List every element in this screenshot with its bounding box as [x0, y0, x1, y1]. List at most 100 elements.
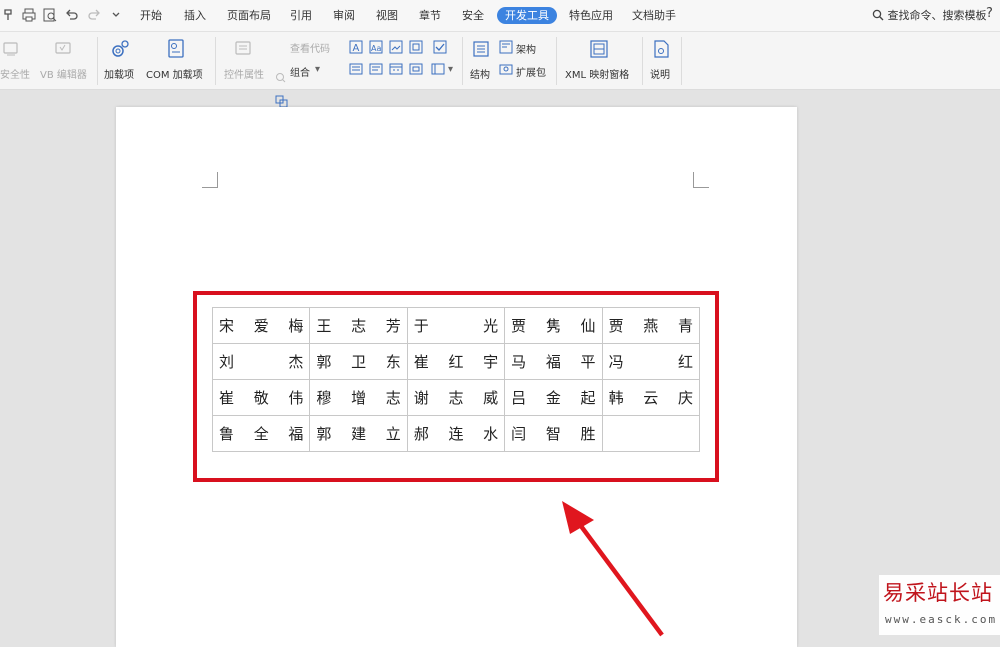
security-icon[interactable]: [2, 40, 20, 58]
table-cell[interactable]: 贾 燕青: [601, 307, 701, 344]
annotation-arrow: [562, 501, 664, 637]
name-character: 贾: [608, 317, 624, 335]
table-cell[interactable]: 穆 增志: [309, 379, 408, 416]
name-cell-content: 谢志威: [414, 387, 498, 408]
table-cell[interactable]: 韩 云庆: [601, 379, 701, 416]
control-properties-button[interactable]: 控件属性: [224, 66, 264, 81]
table-cell[interactable]: 吕金 起: [504, 379, 603, 416]
text-control-icon[interactable]: A: [349, 40, 363, 54]
table-cell[interactable]: 刘杰: [211, 343, 311, 380]
legacy-tools-dropdown-icon[interactable]: ▾: [448, 64, 453, 75]
schema-icon[interactable]: [499, 40, 513, 54]
table-cell[interactable]: 郭 卫东: [309, 343, 408, 380]
ribbon-toolbar: 安全性 VB 编辑器 加载项 COM 加载项 控件属性 查看代码 组合 ▾ A …: [0, 32, 1000, 108]
help-icon[interactable]: ?: [986, 6, 993, 21]
repeating-section-control-icon[interactable]: [409, 62, 423, 76]
tab-doc-assistant[interactable]: 文档助手: [632, 7, 676, 24]
table-cell[interactable]: 贾隽 仙: [504, 307, 603, 344]
name-character: 敬: [253, 389, 269, 407]
tab-home[interactable]: 开始: [140, 7, 162, 24]
table-cell[interactable]: 王 志芳: [309, 307, 408, 344]
expansion-pack-button[interactable]: 扩展包: [516, 64, 546, 79]
table-cell[interactable]: 于光: [406, 307, 506, 344]
name-cell-content: 崔敬 伟: [219, 387, 303, 408]
table-cell[interactable]: [601, 415, 701, 452]
tab-security[interactable]: 安全: [462, 7, 484, 24]
com-addins-button[interactable]: COM 加载项: [146, 66, 203, 81]
print-preview-icon[interactable]: [42, 7, 58, 23]
tab-developer-tools[interactable]: 开发工具: [497, 7, 557, 24]
addins-button[interactable]: 加载项: [104, 66, 134, 81]
separator: [97, 37, 98, 85]
building-block-control-icon[interactable]: [409, 40, 423, 54]
table-cell[interactable]: 郭 建立: [309, 415, 408, 452]
control-properties-icon[interactable]: [234, 40, 254, 58]
com-addins-icon[interactable]: [166, 38, 186, 60]
legacy-tools-icon[interactable]: [431, 62, 445, 76]
svg-text:Aa: Aa: [371, 44, 381, 53]
tab-insert[interactable]: 插入: [184, 7, 206, 24]
table-cell[interactable]: 谢志威: [406, 379, 506, 416]
names-table[interactable]: 宋爱梅王志芳于光贾隽仙贾燕青刘杰郭卫东崔红宇马福平冯红崔敬伟穆增志谢志威吕金起韩…: [211, 307, 701, 452]
table-cell[interactable]: 闫智 胜: [504, 415, 603, 452]
name-character: 崔: [219, 389, 235, 407]
name-cell-content: 冯红: [609, 351, 693, 372]
table-cell[interactable]: 崔敬 伟: [211, 379, 311, 416]
paste-format-icon[interactable]: [2, 7, 18, 23]
group-button[interactable]: 组合: [290, 64, 310, 79]
view-code-icon[interactable]: [275, 72, 287, 84]
undo-icon[interactable]: [64, 7, 80, 23]
customize-dropdown-icon[interactable]: [108, 7, 124, 23]
name-character: 崔: [413, 353, 429, 371]
search-command-label: 查找命令、搜索模板: [887, 9, 987, 22]
search-command[interactable]: 查找命令、搜索模板: [872, 7, 987, 24]
combo-box-control-icon[interactable]: [349, 62, 363, 76]
name-cell-content: 宋爱 梅: [219, 315, 303, 336]
name-character: 连: [448, 425, 464, 443]
name-character: 建: [351, 425, 367, 443]
table-cell[interactable]: 宋爱 梅: [211, 307, 311, 344]
xml-mapping-pane-button[interactable]: XML 映射窗格: [565, 66, 629, 81]
tab-chapter[interactable]: 章节: [419, 7, 441, 24]
date-picker-control-icon[interactable]: [389, 62, 403, 76]
security-button[interactable]: 安全性: [0, 66, 30, 81]
rich-text-control-icon[interactable]: Aa: [369, 40, 383, 54]
help-document-icon[interactable]: [652, 39, 670, 59]
table-cell[interactable]: 鲁全 福: [211, 415, 311, 452]
table-cell[interactable]: 冯红: [601, 343, 701, 380]
addins-gear-icon[interactable]: [109, 38, 131, 60]
structure-icon[interactable]: [472, 40, 490, 58]
name-character: 爱: [253, 317, 269, 335]
name-character: 增: [351, 389, 367, 407]
tab-page-layout[interactable]: 页面布局: [227, 7, 271, 24]
separator: [681, 37, 682, 85]
schema-button[interactable]: 架构: [516, 41, 536, 56]
table-cell[interactable]: 崔红宇: [406, 343, 506, 380]
vb-editor-button[interactable]: VB 编辑器: [40, 66, 87, 81]
name-cell-content: 鲁全 福: [219, 423, 303, 444]
expansion-pack-icon[interactable]: [499, 62, 513, 76]
checkbox-control-icon[interactable]: [433, 40, 447, 54]
name-character: 郭: [316, 353, 332, 371]
xml-mapping-pane-icon[interactable]: [589, 39, 609, 59]
dropdown-list-control-icon[interactable]: [369, 62, 383, 76]
redo-icon[interactable]: [86, 7, 102, 23]
vb-editor-icon[interactable]: [54, 40, 72, 58]
table-row: 宋爱梅王志芳于光贾隽仙贾燕青: [211, 307, 701, 344]
picture-control-icon[interactable]: [389, 40, 403, 54]
tab-review[interactable]: 审阅: [333, 7, 355, 24]
tab-view[interactable]: 视图: [376, 7, 398, 24]
table-cell[interactable]: 马福 平: [504, 343, 603, 380]
name-character: 光: [483, 317, 499, 335]
name-character: 平: [580, 353, 596, 371]
tab-special-apps[interactable]: 特色应用: [569, 7, 613, 24]
print-icon[interactable]: [21, 7, 37, 23]
group-dropdown-icon[interactable]: ▾: [315, 64, 320, 75]
tab-references[interactable]: 引用: [290, 7, 312, 24]
view-code-button[interactable]: 查看代码: [290, 40, 330, 55]
help-button[interactable]: 说明: [650, 66, 670, 81]
table-cell[interactable]: 郝连水: [406, 415, 506, 452]
margin-corner-marker: [693, 172, 709, 188]
name-character: 冯: [608, 353, 624, 371]
structure-button[interactable]: 结构: [470, 66, 490, 81]
